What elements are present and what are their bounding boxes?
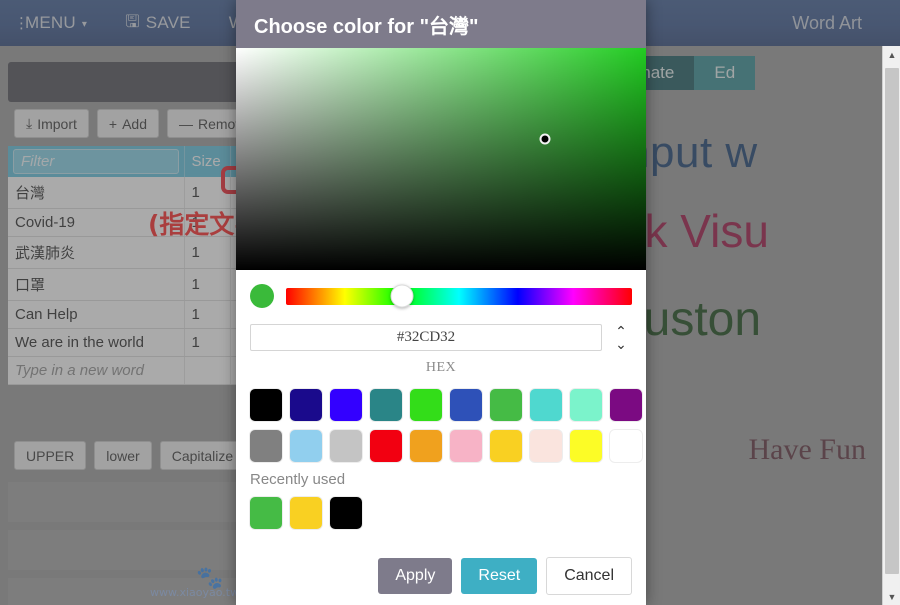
hex-input[interactable]	[250, 324, 602, 351]
scroll-up-button[interactable]: ▲	[883, 46, 900, 63]
recent-swatch[interactable]	[330, 497, 362, 529]
color-picker-dialog: Choose color for "台灣" ⌃ ⌄ HEX	[236, 0, 646, 605]
palette-swatch[interactable]	[410, 389, 442, 421]
palette-swatch[interactable]	[370, 389, 402, 421]
recent-swatch[interactable]	[250, 497, 282, 529]
palette-swatch[interactable]	[570, 430, 602, 462]
scrollbar-thumb[interactable]	[885, 68, 899, 574]
palette-swatch[interactable]	[290, 389, 322, 421]
palette-swatch[interactable]	[490, 430, 522, 462]
dialog-footer: Apply Reset Cancel	[236, 548, 646, 605]
palette-row-2	[250, 430, 642, 462]
dialog-body: ⌃ ⌄ HEX Recently used	[236, 270, 646, 534]
apply-button[interactable]: Apply	[378, 558, 453, 594]
recently-used-label: Recently used	[250, 471, 346, 488]
hex-format-label: HEX	[425, 360, 457, 375]
palette-swatch[interactable]	[570, 389, 602, 421]
palette-swatch[interactable]	[330, 430, 362, 462]
vertical-scrollbar[interactable]: ▲ ▼	[882, 46, 900, 605]
hex-input-row: ⌃ ⌄	[250, 324, 632, 351]
reset-button[interactable]: Reset	[461, 558, 538, 594]
palette-row-1	[250, 389, 642, 421]
recently-used-swatches	[250, 497, 632, 529]
saturation-value-picker[interactable]	[236, 48, 646, 270]
cancel-button[interactable]: Cancel	[546, 557, 632, 595]
palette-swatch[interactable]	[450, 430, 482, 462]
palette-swatch[interactable]	[410, 430, 442, 462]
picker-cursor[interactable]	[539, 133, 551, 145]
palette-swatch[interactable]	[610, 430, 642, 462]
palette-swatch[interactable]	[250, 389, 282, 421]
current-color-preview-dot	[250, 284, 274, 308]
palette-swatch[interactable]	[450, 389, 482, 421]
palette-swatch[interactable]	[610, 389, 642, 421]
palette-swatch[interactable]	[290, 430, 322, 462]
chevron-down-icon[interactable]: ⌄	[615, 337, 627, 351]
palette-swatch[interactable]	[530, 430, 562, 462]
dialog-title: Choose color for "台灣"	[236, 0, 646, 48]
watermark-logo-icon: 🐾	[196, 565, 224, 590]
palette-swatch[interactable]	[370, 430, 402, 462]
hue-slider-track[interactable]	[286, 284, 632, 308]
palette-swatch[interactable]	[490, 389, 522, 421]
palette-swatch[interactable]	[330, 389, 362, 421]
color-palette	[250, 389, 642, 462]
hue-slider-knob[interactable]	[390, 284, 414, 308]
app-root: ⋮ MENU ▾ 🖫 SAVE W Word Art W	[0, 0, 900, 605]
scroll-down-button[interactable]: ▼	[883, 588, 900, 605]
hex-format-stepper[interactable]: ⌃ ⌄	[610, 324, 632, 351]
hue-slider-row	[250, 284, 632, 308]
recent-swatch[interactable]	[290, 497, 322, 529]
palette-swatch[interactable]	[250, 430, 282, 462]
palette-swatch[interactable]	[530, 389, 562, 421]
